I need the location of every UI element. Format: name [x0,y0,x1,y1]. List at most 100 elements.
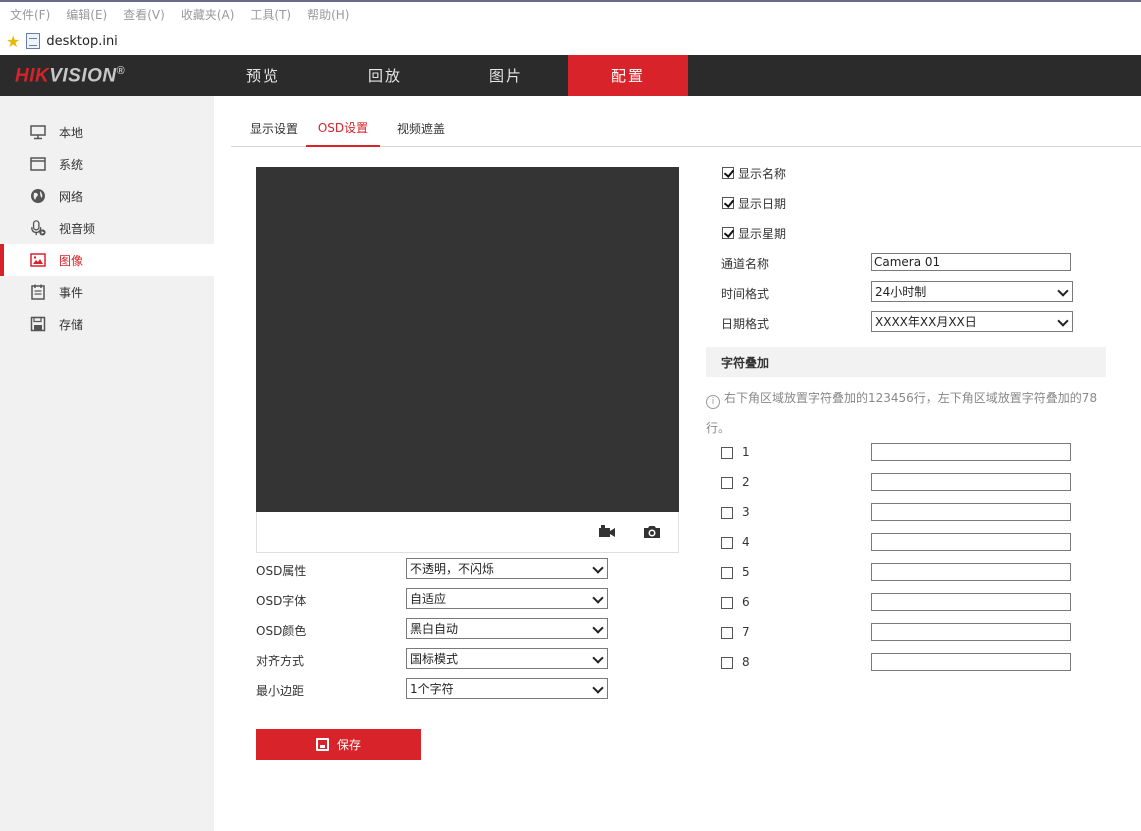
overlay-checkbox-8[interactable] [721,657,733,669]
overlay-input-5[interactable] [871,563,1071,581]
sidebar-item-audio-video[interactable]: 视音频 [0,212,214,244]
overlay-input-6[interactable] [871,593,1071,611]
chevron-down-icon [592,652,604,664]
top-nav: HIKVISION® 预览 回放 图片 配置 [0,55,1141,96]
sidebar-item-system[interactable]: 系统 [0,148,214,180]
show-name-label: 显示名称 [738,167,787,181]
osd-color-select[interactable]: 黑白自动 [406,618,608,639]
overlay-checkbox-2[interactable] [721,477,733,489]
menu-view[interactable]: 查看(V) [123,6,165,23]
record-icon[interactable] [597,522,617,542]
nav-tab-playback[interactable]: 回放 [325,55,445,96]
tab-video-mask[interactable]: 视频遮盖 [384,110,458,146]
info-icon: i [706,395,720,409]
nav-tab-picture[interactable]: 图片 [446,55,566,96]
menu-edit[interactable]: 编辑(E) [66,6,107,23]
channel-name-label: 通道名称 [721,257,770,271]
menu-help[interactable]: 帮助(H) [307,6,349,23]
sidebar-item-network[interactable]: 网络 [0,180,214,212]
show-date-checkbox[interactable] [722,197,734,209]
tab-display-settings[interactable]: 显示设置 [237,110,311,146]
overlay-label-4: 4 [742,535,750,549]
overlay-label-1: 1 [742,445,750,459]
overlay-label-3: 3 [742,505,750,519]
select-value: 自适应 [410,592,447,606]
overlay-checkbox-5[interactable] [721,567,733,579]
overlay-label-7: 7 [742,625,750,639]
date-format-label: 日期格式 [721,317,770,331]
overlay-hint: i 右下角区域放置字符叠加的123456行，左下角区域放置字符叠加的78 行。 [706,383,1101,443]
show-date-label: 显示日期 [738,197,787,211]
file-icon [26,33,41,49]
save-button[interactable]: 保存 [256,729,421,760]
overlay-input-1[interactable] [871,443,1071,461]
overlay-checkbox-7[interactable] [721,627,733,639]
menu-favorites[interactable]: 收藏夹(A) [181,6,235,23]
time-format-label: 时间格式 [721,287,770,301]
overlay-label-6: 6 [742,595,750,609]
time-format-select[interactable]: 24小时制 [871,281,1073,302]
disk-icon [30,316,46,332]
sidebar-item-label: 本地 [59,125,84,140]
overlay-input-8[interactable] [871,653,1071,671]
chevron-down-icon [592,592,604,604]
calendar-icon [30,284,46,300]
min-margin-label: 最小边距 [256,684,305,698]
favorite-link[interactable]: desktop.ini [46,34,117,49]
select-value: 黑白自动 [410,622,459,636]
sidebar-item-storage[interactable]: 存储 [0,308,214,340]
camera-icon[interactable] [642,522,662,542]
overlay-checkbox-6[interactable] [721,597,733,609]
show-week-checkbox[interactable] [722,227,734,239]
nav-tab-config[interactable]: 配置 [568,55,688,96]
align-label: 对齐方式 [256,654,305,668]
mic-icon [30,220,46,236]
sidebar-item-label: 图像 [59,253,84,268]
hint-text-line1: 右下角区域放置字符叠加的123456行，左下角区域放置字符叠加的78 [724,391,1098,405]
menu-tools[interactable]: 工具(T) [250,6,291,23]
sidebar-item-label: 网络 [59,189,84,204]
overlay-input-4[interactable] [871,533,1071,551]
menu-file[interactable]: 文件(F) [10,6,50,23]
save-label: 保存 [336,738,361,752]
overlay-checkbox-1[interactable] [721,447,733,459]
logo: HIKVISION® [15,65,125,87]
select-value: 24小时制 [875,285,927,299]
star-icon[interactable]: ★ [6,32,20,51]
overlay-label-2: 2 [742,475,750,489]
sidebar-item-label: 存储 [59,317,84,332]
osd-font-select[interactable]: 自适应 [406,588,608,609]
logo-reg: ® [116,65,126,77]
overlay-input-7[interactable] [871,623,1071,641]
channel-name-input[interactable]: Camera 01 [871,253,1071,271]
overlay-checkbox-4[interactable] [721,537,733,549]
tab-osd-settings[interactable]: OSD设置 [306,110,380,147]
show-week-label: 显示星期 [738,227,787,241]
select-value: 国标模式 [410,652,459,666]
osd-attr-label: OSD属性 [256,564,307,578]
sidebar-item-image[interactable]: 图像 [0,244,214,276]
overlay-checkbox-3[interactable] [721,507,733,519]
osd-attr-select[interactable]: 不透明，不闪烁 [406,558,608,579]
select-value: 1个字符 [410,682,454,696]
overlay-label-5: 5 [742,565,750,579]
overlay-input-2[interactable] [871,473,1071,491]
sidebar-item-event[interactable]: 事件 [0,276,214,308]
date-format-select[interactable]: XXXX年XX月XX日 [871,311,1073,332]
video-preview[interactable] [256,167,679,512]
select-value: 不透明，不闪烁 [410,562,495,576]
monitor-icon [30,124,46,140]
overlay-input-3[interactable] [871,503,1071,521]
sidebar-item-local[interactable]: 本地 [0,116,214,148]
sidebar-item-label: 系统 [59,157,84,172]
nav-tab-preview[interactable]: 预览 [203,55,323,96]
text-overlay-header: 字符叠加 [706,347,1106,377]
align-select[interactable]: 国标模式 [406,648,608,669]
min-margin-select[interactable]: 1个字符 [406,678,608,699]
sidebar: 本地 系统 网络 视音频 图像 事件 存储 [0,96,214,831]
logo-hik: HIK [15,65,50,87]
show-name-checkbox[interactable] [722,167,734,179]
chevron-down-icon [592,622,604,634]
image-icon [30,252,46,268]
logo-vision: VISION [49,65,117,87]
